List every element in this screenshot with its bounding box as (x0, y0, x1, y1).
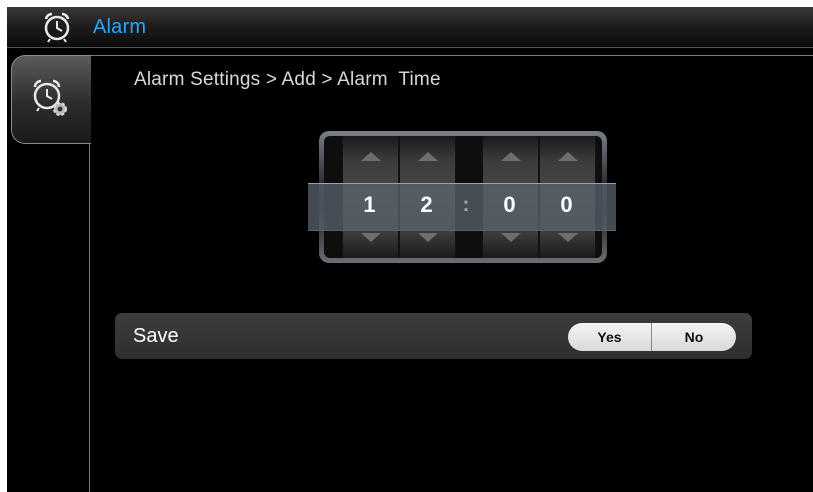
yes-button[interactable]: Yes (568, 323, 652, 351)
hour-tens-digit[interactable]: 1 (342, 192, 397, 218)
content-top-divider (89, 55, 813, 56)
save-row: Save Yes No (115, 313, 752, 359)
sidebar-tab-alarm-settings[interactable] (11, 55, 91, 144)
breadcrumb: Alarm Settings > Add > Alarm Time (134, 69, 441, 90)
hour-ones-up-arrow-icon[interactable] (417, 152, 438, 161)
hour-tens-down-arrow-icon[interactable] (360, 233, 381, 242)
title-bar: Alarm (7, 7, 813, 48)
sidebar-divider (89, 140, 90, 492)
hour-ones-digit[interactable]: 2 (399, 192, 454, 218)
alarm-screen: Alarm Alarm Settings > Add > Alarm Time (7, 7, 813, 492)
alarm-clock-icon (44, 12, 70, 43)
minute-ones-up-arrow-icon[interactable] (557, 152, 578, 161)
minute-tens-down-arrow-icon[interactable] (500, 233, 521, 242)
minute-ones-down-arrow-icon[interactable] (557, 233, 578, 242)
time-picker: 1 2 : 0 0 (308, 131, 616, 263)
minute-tens-up-arrow-icon[interactable] (500, 152, 521, 161)
app-title: Alarm (93, 16, 147, 38)
hour-ones-down-arrow-icon[interactable] (417, 233, 438, 242)
time-separator: : (462, 194, 470, 216)
no-button[interactable]: No (652, 323, 736, 351)
minute-tens-digit[interactable]: 0 (482, 192, 537, 218)
save-label: Save (133, 325, 179, 347)
hour-tens-up-arrow-icon[interactable] (360, 152, 381, 161)
minute-ones-digit[interactable]: 0 (539, 192, 594, 218)
alarm-settings-icon (33, 79, 67, 116)
